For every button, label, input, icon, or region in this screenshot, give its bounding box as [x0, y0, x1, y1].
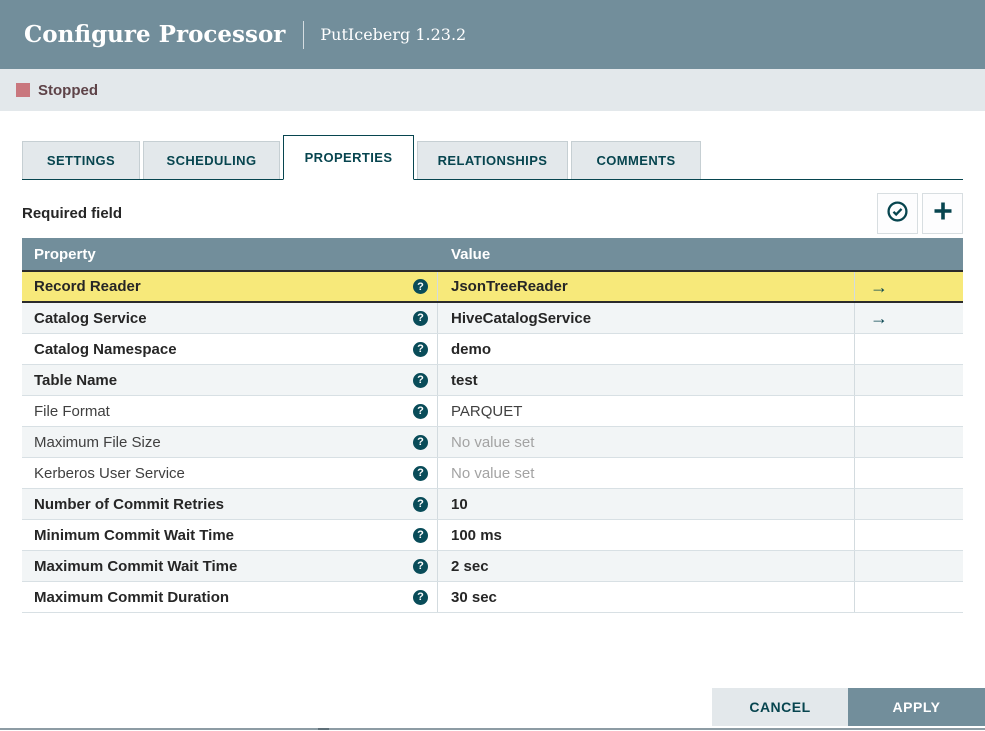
- dialog-titlebar: Configure Processor PutIceberg 1.23.2: [0, 0, 985, 69]
- help-icon[interactable]: ?: [413, 465, 428, 481]
- property-value[interactable]: demo: [451, 341, 491, 358]
- go-to-service-icon[interactable]: →: [870, 309, 888, 327]
- column-header-value: Value: [451, 246, 491, 263]
- help-icon[interactable]: ?: [413, 589, 428, 605]
- processor-type-version: PutIceberg 1.23.2: [320, 25, 467, 44]
- help-icon[interactable]: ?: [413, 341, 428, 357]
- property-row[interactable]: Minimum Commit Wait Time ? 100 ms: [22, 520, 963, 551]
- property-name: Kerberos User Service: [34, 464, 185, 482]
- property-name: Table Name: [34, 371, 118, 389]
- tab-relationships[interactable]: RELATIONSHIPS: [417, 141, 568, 179]
- title-separator: [303, 20, 305, 49]
- property-row[interactable]: File Format ? PARQUET: [22, 396, 963, 427]
- property-value[interactable]: PARQUET: [451, 403, 522, 420]
- property-row[interactable]: Record Reader ? JsonTreeReader →: [22, 270, 963, 303]
- column-header-property: Property: [34, 246, 96, 263]
- properties-table-body: Record Reader ? JsonTreeReader → Catalog…: [22, 270, 963, 613]
- tab-bar: SETTINGS SCHEDULING PROPERTIES RELATIONS…: [22, 135, 963, 180]
- property-value[interactable]: No value set: [451, 434, 534, 451]
- property-row[interactable]: Catalog Namespace ? demo: [22, 334, 963, 365]
- property-value[interactable]: JsonTreeReader: [451, 278, 568, 295]
- property-row[interactable]: Maximum Commit Duration ? 30 sec: [22, 582, 963, 613]
- apply-button[interactable]: APPLY: [848, 688, 985, 726]
- properties-toolbar: Required field: [22, 193, 963, 234]
- dialog-bottom-edge: [0, 728, 985, 730]
- go-to-service-icon[interactable]: →: [870, 278, 888, 296]
- help-icon[interactable]: ?: [413, 496, 428, 512]
- property-value[interactable]: HiveCatalogService: [451, 310, 591, 327]
- status-bar: Stopped: [0, 69, 985, 111]
- property-name: Maximum Commit Duration: [34, 588, 230, 606]
- required-field-label: Required field: [22, 205, 123, 222]
- property-name: Catalog Namespace: [34, 340, 177, 358]
- tab-comments[interactable]: COMMENTS: [571, 141, 701, 179]
- properties-table: Property Value Record Reader ? JsonTreeR…: [22, 238, 963, 613]
- property-name: Number of Commit Retries: [34, 495, 225, 513]
- add-property-button[interactable]: [922, 193, 963, 234]
- property-value[interactable]: 30 sec: [451, 589, 497, 606]
- property-row[interactable]: Number of Commit Retries ? 10: [22, 489, 963, 520]
- property-name: Record Reader: [34, 278, 141, 295]
- bottom-edge-notch: [318, 728, 329, 730]
- tab-scheduling[interactable]: SCHEDULING: [143, 141, 280, 179]
- property-name: Catalog Service: [34, 309, 147, 327]
- property-value[interactable]: 100 ms: [451, 527, 502, 544]
- property-name: Maximum File Size: [34, 433, 161, 451]
- help-icon[interactable]: ?: [413, 527, 428, 543]
- dialog-title: Configure Processor: [24, 21, 286, 48]
- table-header: Property Value: [22, 238, 963, 271]
- property-value[interactable]: test: [451, 372, 478, 389]
- verify-properties-button[interactable]: [877, 193, 918, 234]
- dialog-content: SETTINGS SCHEDULING PROPERTIES RELATIONS…: [0, 135, 985, 613]
- help-icon[interactable]: ?: [413, 558, 428, 574]
- help-icon[interactable]: ?: [413, 279, 428, 294]
- tab-settings[interactable]: SETTINGS: [22, 141, 140, 179]
- help-icon[interactable]: ?: [413, 434, 428, 450]
- stopped-status-icon: [16, 83, 30, 97]
- property-name: File Format: [34, 402, 110, 420]
- property-row[interactable]: Maximum Commit Wait Time ? 2 sec: [22, 551, 963, 582]
- status-label: Stopped: [38, 81, 98, 99]
- property-value[interactable]: 10: [451, 496, 468, 513]
- property-row[interactable]: Kerberos User Service ? No value set: [22, 458, 963, 489]
- property-row[interactable]: Table Name ? test: [22, 365, 963, 396]
- property-value[interactable]: No value set: [451, 465, 534, 482]
- property-name: Maximum Commit Wait Time: [34, 557, 238, 575]
- tab-properties[interactable]: PROPERTIES: [283, 135, 414, 180]
- dialog-footer: CANCEL APPLY: [712, 688, 985, 726]
- help-icon[interactable]: ?: [413, 372, 428, 388]
- property-row[interactable]: Maximum File Size ? No value set: [22, 427, 963, 458]
- property-value[interactable]: 2 sec: [451, 558, 489, 575]
- plus-icon: [931, 199, 955, 228]
- check-circle-icon: [886, 200, 909, 228]
- help-icon[interactable]: ?: [413, 403, 428, 419]
- property-name: Minimum Commit Wait Time: [34, 526, 235, 544]
- property-row[interactable]: Catalog Service ? HiveCatalogService →: [22, 303, 963, 334]
- cancel-button[interactable]: CANCEL: [712, 688, 848, 726]
- help-icon[interactable]: ?: [413, 310, 428, 326]
